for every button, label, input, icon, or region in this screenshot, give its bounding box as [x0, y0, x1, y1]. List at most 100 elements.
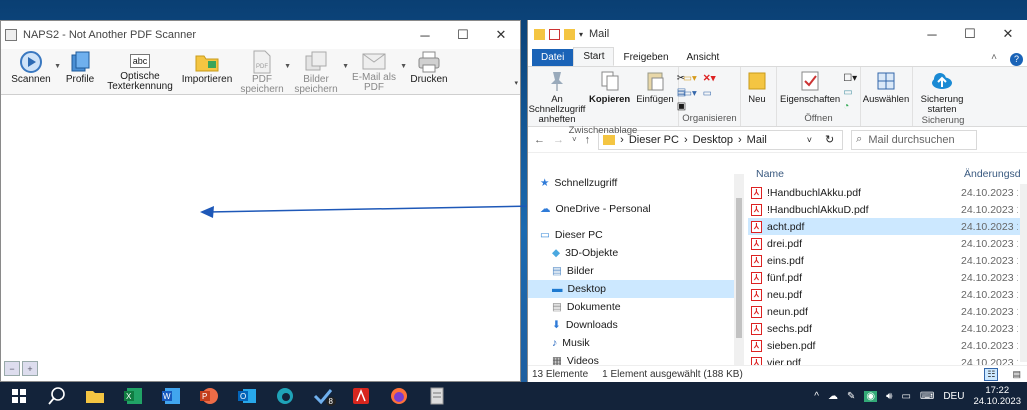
file-explorer-icon[interactable]	[76, 382, 114, 410]
list-scrollbar[interactable]	[1020, 184, 1027, 362]
nav-item-schnellzugriff[interactable]: ★ Schnellzugriff	[528, 174, 744, 192]
nav-scrollbar[interactable]	[734, 174, 744, 365]
group-security: Sicherung starten Sicherung	[913, 67, 973, 126]
search-input[interactable]: ⌕ Mail durchsuchen	[851, 129, 978, 150]
organize-group-label: Organisieren	[682, 113, 737, 124]
backup-button[interactable]: Sicherung starten	[913, 69, 971, 115]
file-row[interactable]: ⅄ drei.pdf 24.10.2023 1	[748, 235, 1027, 252]
search-icon[interactable]	[38, 382, 76, 410]
search-placeholder: Mail durchsuchen	[868, 133, 955, 146]
column-name[interactable]: Name	[748, 168, 964, 180]
excel-icon[interactable]: X	[114, 382, 152, 410]
file-row[interactable]: ⅄ neun.pdf 24.10.2023 1	[748, 303, 1027, 320]
app-tray-icon[interactable]: ◉	[864, 390, 878, 402]
copy-to-icon[interactable]: ▭▾	[683, 88, 697, 99]
move-to-icon[interactable]: ▭▾	[683, 73, 697, 84]
collapse-ribbon-icon[interactable]: ˄	[982, 49, 1006, 66]
file-name: sechs.pdf	[767, 322, 812, 335]
keyboard-icon[interactable]: ⌨	[920, 391, 934, 402]
checkmark-icon[interactable]	[549, 28, 560, 40]
copy-button[interactable]: Kopieren	[586, 69, 633, 105]
address-dropdown-icon[interactable]: ˅	[807, 135, 812, 145]
pc-icon: ▭	[540, 229, 550, 241]
svg-text:X: X	[126, 392, 132, 401]
select-icon	[873, 69, 899, 93]
list-header: Name Änderungsd	[748, 160, 1027, 184]
refresh-icon[interactable]: ↻	[817, 133, 842, 146]
properties-button[interactable]: Eigenschaften	[777, 69, 843, 105]
select-button[interactable]: Auswählen	[861, 69, 911, 105]
file-row[interactable]: ⅄ neu.pdf 24.10.2023 1	[748, 286, 1027, 303]
copy-icon	[597, 69, 623, 93]
app-badge: 8	[325, 397, 336, 406]
chevron-down-icon[interactable]: ▾	[579, 30, 583, 39]
tray-chevron-icon[interactable]: ^	[814, 391, 819, 402]
file-name-cell: ⅄ neun.pdf	[748, 305, 961, 318]
file-row[interactable]: ⅄ sechs.pdf 24.10.2023 1	[748, 320, 1027, 337]
pdf-file-icon: ⅄	[751, 288, 762, 301]
selection-info: 1 Element ausgewählt (188 KB)	[602, 368, 743, 380]
folder-icon[interactable]	[564, 28, 575, 40]
pin-quick-access-button[interactable]: An Schnellzugriff anheften	[528, 69, 586, 125]
nav-item-onedrive-personal[interactable]: ☁ OneDrive - Personal	[528, 200, 744, 218]
pdf-file-icon: ⅄	[751, 186, 762, 199]
explorer-title: Mail	[589, 28, 610, 40]
file-row[interactable]: ⅄ acht.pdf 24.10.2023 1	[748, 218, 1027, 235]
file-name-cell: ⅄ acht.pdf	[748, 220, 961, 233]
nav-item-dieser-pc[interactable]: ▭ Dieser PC	[528, 226, 744, 244]
pdf-file-icon: ⅄	[751, 339, 762, 352]
file-row[interactable]: ⅄ !HandbuchlAkku.pdf 24.10.2023 1	[748, 184, 1027, 201]
powerpoint-icon[interactable]: P	[190, 382, 228, 410]
edge-icon[interactable]	[266, 382, 304, 410]
open-icon[interactable]: ☐▾	[843, 73, 857, 84]
file-name-cell: ⅄ drei.pdf	[748, 237, 961, 250]
paste-button[interactable]: Einfügen	[633, 69, 677, 105]
volume-icon[interactable]: 🔊︎	[886, 391, 892, 402]
nav-item-desktop[interactable]: ▬ Desktop	[528, 280, 744, 298]
new-folder-button[interactable]: Neu	[741, 69, 773, 105]
tab-file[interactable]: Datei	[532, 49, 574, 66]
close-button[interactable]: ✕	[989, 26, 1027, 42]
breadcrumb-desktop[interactable]: Desktop	[693, 134, 733, 146]
nav-item-musik[interactable]: ♪ Musik	[528, 334, 744, 352]
nav-item-dokumente[interactable]: ▤ Dokumente	[528, 298, 744, 316]
nav-item-3d-objekte[interactable]: ◆ 3D-Objekte	[528, 244, 744, 262]
clipboard-group-label: Zwischenablage	[568, 125, 638, 136]
rename-icon[interactable]: ▭	[703, 88, 712, 99]
battery-icon[interactable]: ▭	[901, 391, 910, 402]
file-row[interactable]: ⅄ eins.pdf 24.10.2023 1	[748, 252, 1027, 269]
tab-start[interactable]: Start	[573, 47, 615, 66]
file-row[interactable]: ⅄ sieben.pdf 24.10.2023 1	[748, 337, 1027, 354]
breadcrumb-mail[interactable]: Mail	[747, 134, 767, 146]
acrobat-icon[interactable]	[342, 382, 380, 410]
tab-share[interactable]: Freigeben	[614, 49, 677, 66]
details-view-icon[interactable]: ☷	[984, 367, 999, 381]
edit-icon[interactable]: ▭	[843, 87, 857, 98]
file-row[interactable]: ⅄ !HandbuchlAkkuD.pdf 24.10.2023 1	[748, 201, 1027, 218]
clock[interactable]: 17:22 24.10.2023	[973, 385, 1021, 407]
file-name-cell: ⅄ eins.pdf	[748, 254, 961, 267]
delete-icon[interactable]: ✕▾	[703, 73, 716, 84]
firefox-icon[interactable]	[380, 382, 418, 410]
naps2-taskbar-icon[interactable]	[418, 382, 456, 410]
nav-item-downloads[interactable]: ⬇ Downloads	[528, 316, 744, 334]
pdf-file-icon: ⅄	[751, 254, 762, 267]
file-row[interactable]: ⅄ fünf.pdf 24.10.2023 1	[748, 269, 1027, 286]
help-icon[interactable]: ?	[1006, 53, 1027, 66]
tiles-view-icon[interactable]: ▤	[1012, 369, 1021, 380]
pen-icon[interactable]: ✎	[847, 391, 855, 402]
new-folder-icon	[744, 69, 770, 93]
file-date: 24.10.2023 1	[961, 305, 1018, 318]
start-windows-icon[interactable]	[0, 382, 38, 410]
maximize-button[interactable]: ☐	[951, 26, 989, 42]
nav-item-bilder[interactable]: ▤ Bilder	[528, 262, 744, 280]
onedrive-icon[interactable]: ☁	[828, 391, 838, 402]
minimize-button[interactable]: ─	[913, 27, 951, 42]
history-icon[interactable]: ◔	[843, 101, 857, 112]
language-indicator[interactable]: DEU	[943, 391, 964, 402]
column-date[interactable]: Änderungsd	[964, 168, 1024, 180]
word-icon[interactable]: W	[152, 382, 190, 410]
outlook-icon[interactable]: O	[228, 382, 266, 410]
tab-view[interactable]: Ansicht	[678, 49, 729, 66]
checkmark-app-icon[interactable]: 8	[304, 382, 342, 410]
